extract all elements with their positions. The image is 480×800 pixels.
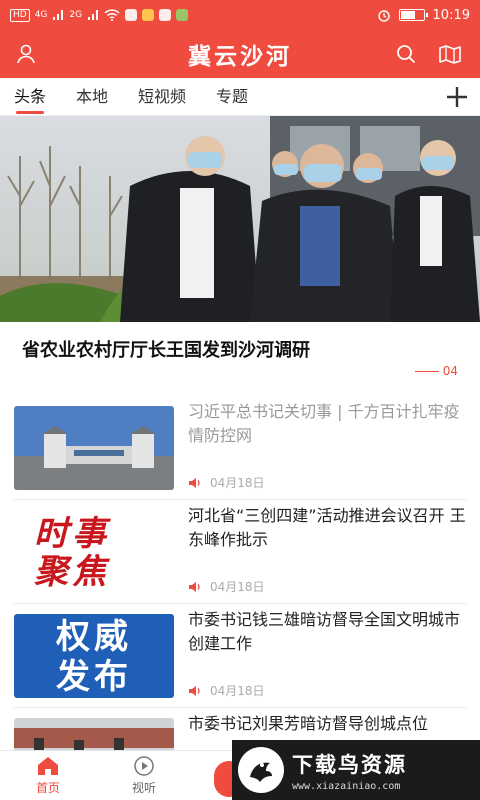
thumbnail-text: 聚焦 (34, 552, 110, 592)
nav-home[interactable]: 首页 (18, 755, 78, 796)
list-item[interactable]: 习近平总书记关切事 | 千方百计扎牢疫情防控网 04月18日 (0, 396, 480, 500)
list-item[interactable]: 时事 聚焦 河北省“三创四建”活动推进会议召开 王东峰作批示 04月18日 (0, 500, 480, 604)
notification-app-icon (125, 9, 138, 21)
news-thumbnail: 时事 聚焦 (14, 510, 174, 594)
status-time: 10:19 (432, 7, 470, 23)
news-list: 习近平总书记关切事 | 千方百计扎牢疫情防控网 04月18日 时事 聚焦 河北省… (0, 396, 480, 750)
nav-home-label: 首页 (35, 781, 60, 795)
thumbnail-text: 权威 (56, 617, 132, 657)
watermark-banner: 下载鸟资源 www.xiazainiao.com (232, 740, 480, 800)
tab-headlines[interactable]: 头条 (14, 78, 46, 116)
search-button[interactable] (390, 38, 422, 70)
play-icon (134, 756, 154, 776)
speaker-icon[interactable] (188, 581, 202, 593)
nav-audio-video[interactable]: 视听 (114, 755, 174, 796)
battery-icon (398, 9, 428, 21)
nav-audio-video-label: 视听 (131, 781, 156, 795)
home-icon (38, 757, 58, 775)
notification-app-icon (159, 9, 172, 21)
thumbnail-text: 发布 (56, 657, 132, 697)
notification-app-icon (176, 9, 189, 21)
news-meta: 04月18日 (188, 682, 265, 699)
tab-short-video[interactable]: 短视频 (138, 78, 186, 116)
user-icon (17, 44, 35, 64)
wifi-icon (104, 9, 120, 21)
app-header: 冀云沙河 (0, 30, 480, 78)
carousel-indicator: 04 (414, 364, 458, 378)
list-item[interactable]: 权威 发布 市委书记钱三雄暗访督导全国文明城市创建工作 04月18日 (0, 604, 480, 708)
signal-4g: 4G (34, 10, 48, 20)
news-thumbnail (14, 406, 174, 490)
app-title: 冀云沙河 (188, 44, 292, 70)
news-title[interactable]: 市委书记钱三雄暗访督导全国文明城市创建工作 (188, 608, 468, 656)
signal-2g: 2G (69, 10, 83, 20)
tab-topics[interactable]: 专题 (216, 78, 248, 116)
signal-icon (88, 10, 99, 20)
tab-local[interactable]: 本地 (76, 78, 108, 116)
news-date: 04月18日 (210, 580, 265, 594)
watermark-url: www.xiazainiao.com (292, 780, 401, 792)
profile-button[interactable] (10, 38, 42, 70)
search-icon (397, 45, 416, 64)
status-bar: HD 4G 2G 10:19 (0, 0, 480, 30)
news-meta: 04月18日 (188, 578, 265, 595)
hero-photo (0, 116, 480, 322)
speaker-icon[interactable] (188, 477, 202, 489)
news-title[interactable]: 习近平总书记关切事 | 千方百计扎牢疫情防控网 (188, 400, 468, 448)
indicator-line (414, 370, 439, 372)
news-title[interactable]: 河北省“三创四建”活动推进会议召开 王东峰作批示 (188, 504, 468, 552)
speaker-icon[interactable] (188, 685, 202, 697)
hero-headline[interactable]: 省农业农村厅厅长王国发到沙河调研 (22, 336, 310, 362)
notification-app-icon (142, 9, 155, 21)
hero-image[interactable] (0, 116, 480, 322)
plus-icon (447, 87, 467, 107)
signal-icon (53, 10, 64, 20)
news-thumbnail: 权威 发布 (14, 614, 174, 698)
news-date: 04月18日 (210, 684, 265, 698)
news-title[interactable]: 市委书记刘果芳暗访督导创城点位 (188, 712, 468, 736)
bird-logo-icon (238, 747, 284, 793)
alarm-icon (377, 10, 390, 22)
hero-caption[interactable]: 省农业农村厅厅长王国发到沙河调研 04 (0, 322, 480, 396)
thumbnail-text: 时事 (34, 514, 110, 554)
add-channel-button[interactable] (442, 82, 472, 112)
hd-indicator: HD (10, 8, 30, 22)
news-date: 04月18日 (210, 476, 265, 490)
carousel-page-number: 04 (442, 364, 458, 378)
channel-tabs: 头条 本地 短视频 专题 (0, 78, 480, 116)
news-meta: 04月18日 (188, 474, 265, 491)
map-icon (439, 45, 461, 64)
news-thumbnail (14, 718, 174, 750)
map-button[interactable] (434, 38, 466, 70)
watermark-text: 下载鸟资源 (292, 752, 407, 777)
